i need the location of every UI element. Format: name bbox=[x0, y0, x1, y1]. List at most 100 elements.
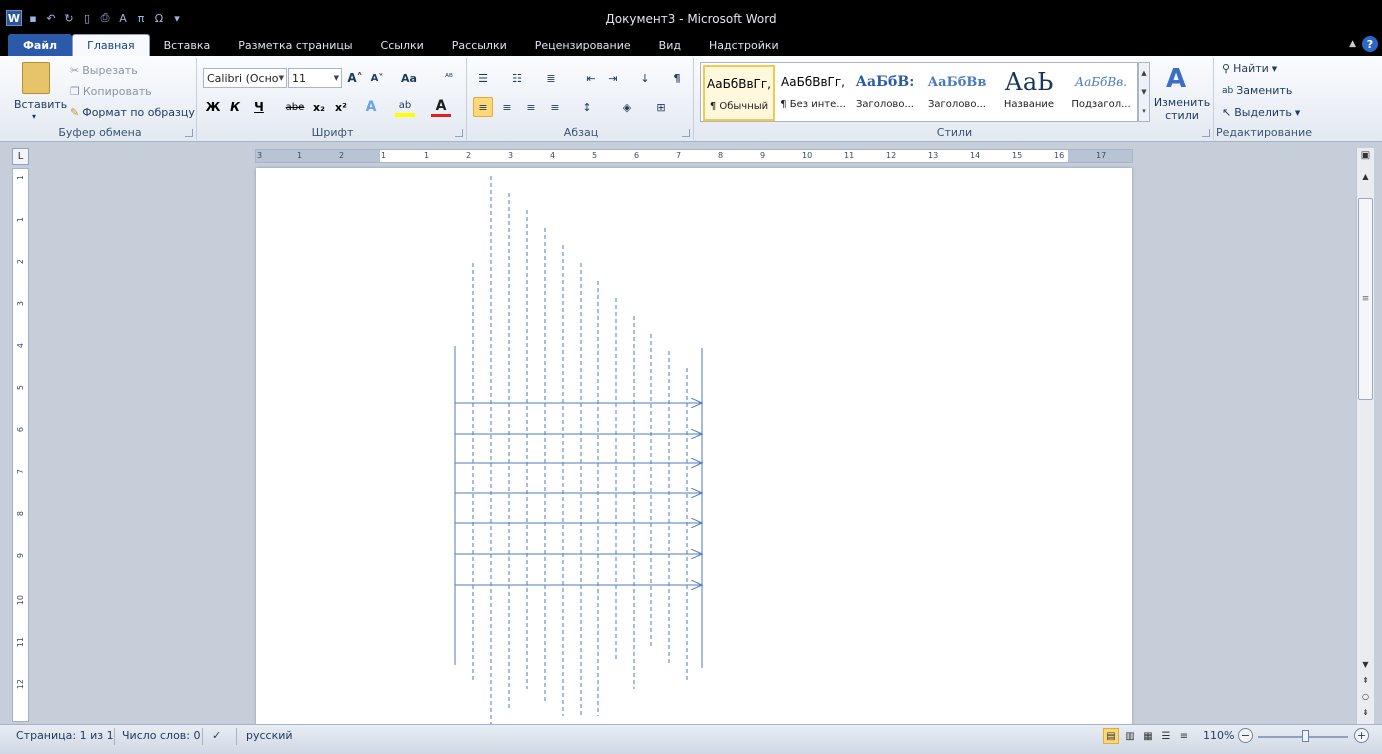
help-icon[interactable]: ? bbox=[1362, 36, 1378, 52]
paste-icon[interactable] bbox=[22, 62, 50, 94]
borders-icon[interactable]: ⊞ bbox=[651, 97, 671, 117]
highlight-icon[interactable]: ab bbox=[395, 97, 415, 117]
previous-page-icon[interactable]: ⇞ bbox=[1357, 676, 1374, 685]
ribbon-tabs: Файл Главная Вставка Разметка страницы С… bbox=[0, 33, 1382, 56]
change-case-icon[interactable]: Aa bbox=[399, 68, 419, 88]
vertical-scrollbar[interactable]: ▣ ▲ ≡ ▼ ⇞ ○ ⇟ bbox=[1356, 148, 1374, 724]
ruler-tick-label: 14 bbox=[970, 151, 981, 160]
zoom-level[interactable]: 110% bbox=[1203, 729, 1234, 742]
paste-button[interactable]: Вставить bbox=[14, 98, 67, 111]
tab-insert[interactable]: Вставка bbox=[150, 34, 225, 56]
find-button[interactable]: ⚲ Найти ▼ bbox=[1222, 62, 1277, 75]
font-size-combo[interactable]: 11 ▼ bbox=[288, 68, 342, 88]
align-center-icon[interactable]: ≡ bbox=[497, 97, 517, 117]
ruler-tick-label: 7 bbox=[16, 469, 25, 475]
align-left-icon[interactable]: ≡ bbox=[473, 97, 493, 117]
subscript-icon[interactable]: x₂ bbox=[309, 97, 329, 117]
draft-icon[interactable]: ≡ bbox=[1176, 728, 1192, 744]
word-count[interactable]: Число слов: 0 bbox=[122, 729, 201, 742]
style-heading-1[interactable]: АаБбВ: Заголово... bbox=[849, 65, 921, 121]
change-styles-icon[interactable]: A bbox=[1166, 64, 1186, 94]
next-page-icon[interactable]: ⇟ bbox=[1357, 708, 1374, 717]
align-right-icon[interactable]: ≡ bbox=[521, 97, 541, 117]
minimize-ribbon-icon[interactable]: ▲ bbox=[1349, 39, 1356, 49]
underline-button[interactable]: Ч bbox=[249, 97, 269, 117]
increase-indent-icon[interactable]: ⇥ bbox=[603, 68, 623, 88]
language[interactable]: русский bbox=[246, 729, 293, 742]
vertical-ruler[interactable]: 1 1 2 3 4 5 6 7 8 9 10 11 12 bbox=[12, 168, 29, 722]
select-button[interactable]: ↖ Выделить ▼ bbox=[1222, 106, 1300, 119]
font-name-combo[interactable]: Calibri (Осно ▼ bbox=[203, 68, 287, 88]
line-spacing-icon[interactable]: ↕ bbox=[577, 97, 597, 117]
decrease-indent-icon[interactable]: ⇤ bbox=[581, 68, 601, 88]
tab-mailings[interactable]: Рассылки bbox=[438, 34, 521, 56]
change-styles-button[interactable]: Изменить стили bbox=[1154, 96, 1210, 122]
ruler-tick-label: 10 bbox=[802, 151, 813, 160]
grow-font-icon[interactable]: A˄ bbox=[345, 68, 365, 88]
full-screen-reading-icon[interactable]: ▥ bbox=[1122, 728, 1138, 744]
numbering-icon[interactable]: ☷ bbox=[507, 68, 527, 88]
tab-home[interactable]: Главная bbox=[72, 34, 150, 56]
web-layout-icon[interactable]: ▦ bbox=[1140, 728, 1156, 744]
tab-review[interactable]: Рецензирование bbox=[521, 34, 645, 56]
style-title[interactable]: АаЬ Название bbox=[993, 65, 1065, 121]
cut-button[interactable]: ✂ Вырезать bbox=[70, 64, 138, 77]
italic-button[interactable]: К bbox=[225, 97, 245, 117]
zoom-slider-thumb[interactable] bbox=[1302, 730, 1309, 742]
styles-gallery-scroll[interactable]: ▲ ▼ ▾ bbox=[1138, 62, 1150, 122]
format-painter-button[interactable]: ✎ Формат по образцу bbox=[70, 106, 195, 119]
tab-addins[interactable]: Надстройки bbox=[695, 34, 793, 56]
superscript-icon[interactable]: x² bbox=[331, 97, 351, 117]
horizontal-ruler[interactable]: 3 1 2 1 1 2 3 4 5 6 7 8 9 10 11 12 13 14 15 16 17 bbox=[255, 149, 1133, 163]
page-count[interactable]: Страница: 1 из 1 bbox=[16, 729, 114, 742]
text-effects-icon[interactable]: A bbox=[361, 97, 381, 117]
tab-references[interactable]: Ссылки bbox=[367, 34, 438, 56]
multilevel-list-icon[interactable]: ≣ bbox=[541, 68, 561, 88]
ruler-tick-label: 1 bbox=[424, 151, 430, 160]
tab-selector[interactable]: L bbox=[12, 148, 29, 165]
print-layout-icon[interactable]: ▤ bbox=[1103, 728, 1119, 744]
font-color-icon[interactable]: A bbox=[431, 97, 451, 117]
bold-button[interactable]: Ж bbox=[203, 97, 223, 117]
shrink-font-icon[interactable]: A˅ bbox=[367, 68, 387, 88]
zoom-in-icon[interactable]: + bbox=[1354, 728, 1369, 743]
browse-object-icon[interactable]: ○ bbox=[1357, 692, 1374, 701]
paste-dropdown-icon[interactable]: ▾ bbox=[32, 112, 36, 121]
scroll-down-icon[interactable]: ▼ bbox=[1357, 660, 1374, 669]
scroll-thumb[interactable]: ≡ bbox=[1358, 198, 1373, 400]
paragraph-launcher-icon[interactable] bbox=[682, 129, 690, 137]
ruler-tick-label: 9 bbox=[760, 151, 766, 160]
sort-icon[interactable]: ↓ bbox=[635, 68, 655, 88]
bullets-icon[interactable]: ☰ bbox=[473, 68, 493, 88]
scroll-up-icon[interactable]: ▲ bbox=[1357, 172, 1374, 181]
more-styles-icon[interactable]: ▾ bbox=[1142, 107, 1146, 115]
shading-icon[interactable]: ◈ bbox=[617, 97, 637, 117]
strikethrough-button[interactable]: abe bbox=[285, 97, 305, 117]
outline-icon[interactable]: ☰ bbox=[1158, 728, 1174, 744]
tab-page-layout[interactable]: Разметка страницы bbox=[224, 34, 366, 56]
scroll-down-icon[interactable]: ▼ bbox=[1141, 88, 1146, 96]
ruler-tick-label: 15 bbox=[1012, 151, 1023, 160]
zoom-out-icon[interactable]: − bbox=[1238, 728, 1253, 743]
view-ruler-icon[interactable]: ▣ bbox=[1357, 150, 1374, 161]
clipboard-launcher-icon[interactable] bbox=[185, 129, 193, 137]
scissors-icon: ✂ bbox=[70, 64, 80, 77]
replace-button[interactable]: ab Заменить bbox=[1222, 84, 1292, 97]
copy-button[interactable]: ❐ Копировать bbox=[70, 85, 152, 98]
justify-icon[interactable]: ≡ bbox=[545, 97, 565, 117]
style-heading-2[interactable]: АаБбВв Заголово... bbox=[921, 65, 993, 121]
status-bar: Страница: 1 из 1 Число слов: 0 ✓ русский… bbox=[0, 724, 1382, 754]
proofing-icon[interactable]: ✓ bbox=[212, 729, 221, 742]
style-subtitle[interactable]: АаБбВв. Подзагол... bbox=[1065, 65, 1137, 121]
ruler-tick-label: 4 bbox=[550, 151, 556, 160]
arrow-drawing[interactable] bbox=[256, 168, 1132, 724]
tab-file[interactable]: Файл bbox=[8, 34, 73, 56]
show-formatting-icon[interactable]: ¶ bbox=[667, 68, 687, 88]
font-launcher-icon[interactable] bbox=[455, 129, 463, 137]
tab-view[interactable]: Вид bbox=[645, 34, 695, 56]
style-normal[interactable]: АаБбВвГг, ¶ Обычный bbox=[703, 65, 775, 121]
scroll-up-icon[interactable]: ▲ bbox=[1141, 69, 1146, 77]
styles-launcher-icon[interactable] bbox=[1202, 129, 1210, 137]
clear-format-icon[interactable]: ᴬᴮ bbox=[439, 68, 459, 88]
style-no-spacing[interactable]: АаБбВвГг, ¶ Без инте... bbox=[777, 65, 849, 121]
